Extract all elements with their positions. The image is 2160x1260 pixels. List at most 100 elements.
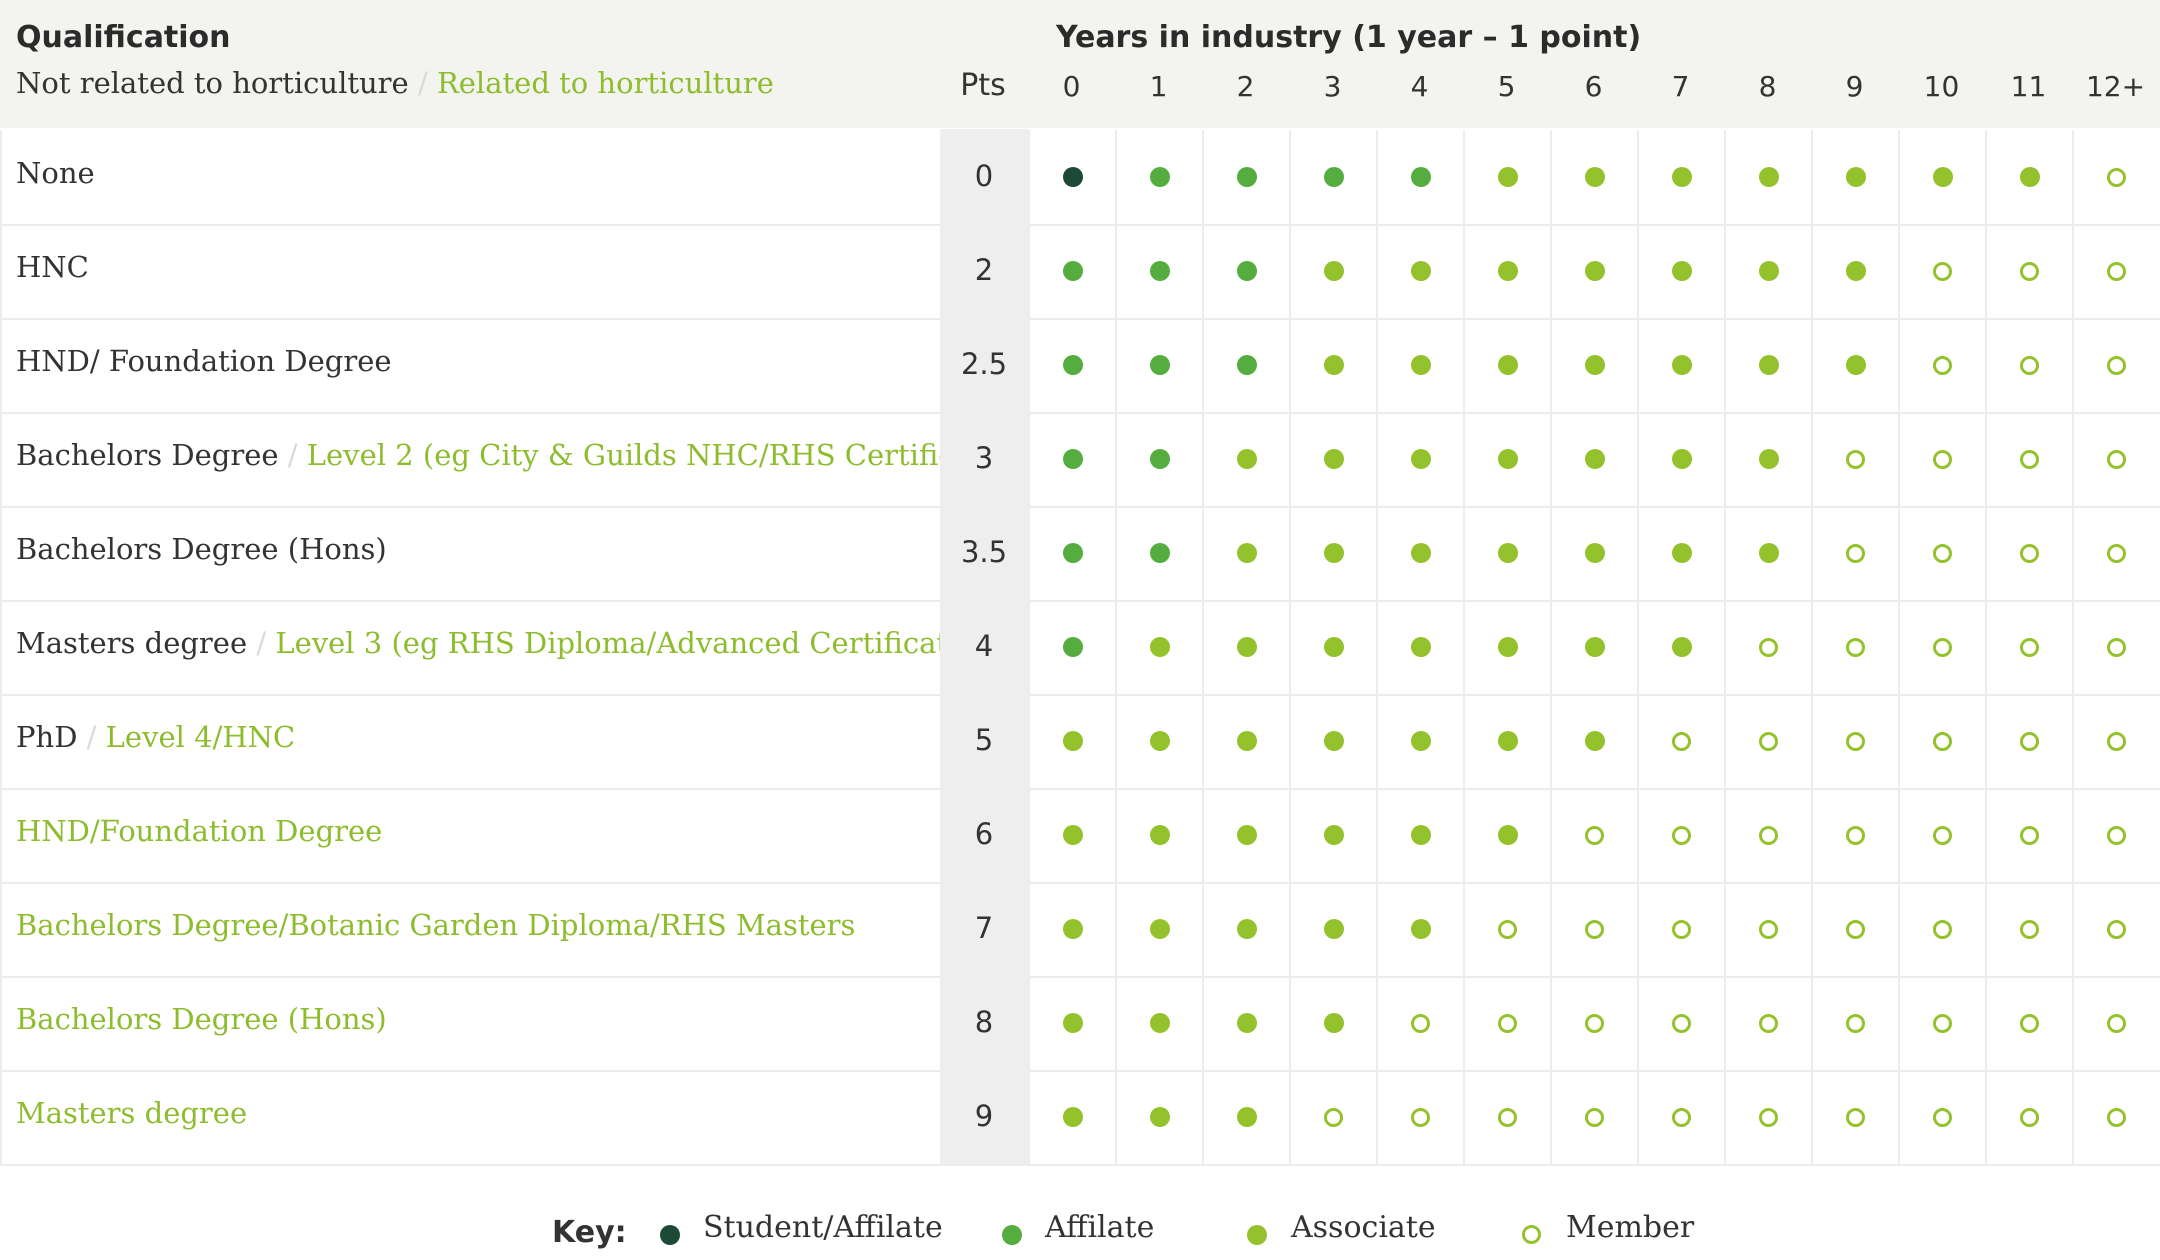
- points-value: 6: [974, 817, 994, 851]
- year-cell: [1028, 412, 1115, 506]
- member-dot-icon: [2020, 355, 2039, 375]
- table-header: Qualification Not related to horticultur…: [0, 0, 2160, 128]
- points-value: 2: [974, 253, 994, 287]
- year-heading: 12+: [2085, 70, 2146, 103]
- year-heading: 0: [1062, 70, 1081, 103]
- associate-dot-icon: [1410, 261, 1431, 281]
- year-cell: [1289, 694, 1376, 788]
- associate-dot-icon: [1149, 731, 1170, 751]
- year-cell: [1376, 506, 1463, 600]
- qualification-cell: HND/ Foundation Degree: [0, 318, 940, 412]
- year-cell: [1202, 694, 1289, 788]
- member-dot-icon: [1933, 355, 1952, 375]
- affilate-dot-icon: [1323, 167, 1344, 187]
- associate-key-dot-icon: [1247, 1225, 1267, 1245]
- points-value: 2.5: [960, 347, 1008, 381]
- points-cell: 8: [940, 975, 1028, 1071]
- associate-dot-icon: [1062, 1107, 1083, 1127]
- member-key-dot-icon: [1522, 1225, 1541, 1244]
- associate-dot-icon: [1149, 919, 1170, 939]
- year-cell: [1028, 976, 1115, 1070]
- year-cell: [1985, 976, 2072, 1070]
- year-cell: [1550, 976, 1637, 1070]
- key-label: Associate: [1291, 1210, 1436, 1245]
- table-row: Bachelors Degree (Hons) 8: [0, 975, 2160, 1072]
- year-cell: [1550, 600, 1637, 694]
- qualification-text: Bachelors Degree (Hons): [16, 1002, 387, 1036]
- member-dot-icon: [1411, 1013, 1430, 1033]
- points-value: 7: [974, 911, 994, 945]
- affilate-dot-icon: [1236, 261, 1257, 281]
- member-dot-icon: [2107, 637, 2126, 657]
- year-cell: [1898, 506, 1985, 600]
- member-dot-icon: [2107, 1107, 2126, 1127]
- qualification-text: Bachelors Degree (Hons): [16, 532, 387, 566]
- associate-dot-icon: [1584, 355, 1605, 375]
- qualification-cell: HNC: [0, 224, 940, 318]
- table-row: HND/Foundation Degree 6: [0, 787, 2160, 884]
- pts-heading: Pts: [960, 68, 1006, 103]
- points-cell: 7: [940, 881, 1028, 977]
- not-related-qualification: HND/ Foundation Degree: [16, 344, 392, 378]
- member-dot-icon: [2107, 355, 2126, 375]
- year-cell: [1811, 694, 1898, 788]
- points-cell: 6: [940, 787, 1028, 883]
- points-value: 3: [974, 441, 994, 475]
- year-cell: [1985, 130, 2072, 224]
- year-cell: [1898, 788, 1985, 882]
- year-cell: [2072, 882, 2159, 976]
- year-heading: 3: [1323, 70, 1342, 103]
- associate-dot-icon: [1584, 261, 1605, 281]
- qualification-text: HNC: [16, 250, 89, 284]
- member-dot-icon: [2107, 1013, 2126, 1033]
- member-dot-icon: [1846, 919, 1865, 939]
- table-row: HNC 2: [0, 223, 2160, 320]
- associate-dot-icon: [1671, 167, 1692, 187]
- qualification-separator: /: [256, 626, 267, 660]
- member-dot-icon: [1846, 825, 1865, 845]
- associate-dot-icon: [1671, 543, 1692, 563]
- year-cell: [1811, 506, 1898, 600]
- associate-dot-icon: [1062, 919, 1083, 939]
- year-cell: [1637, 694, 1724, 788]
- year-cell: [1898, 882, 1985, 976]
- associate-dot-icon: [1149, 825, 1170, 845]
- affilate-dot-icon: [1062, 449, 1083, 469]
- year-cell: [1811, 788, 1898, 882]
- year-cell: [1724, 224, 1811, 318]
- associate-dot-icon: [1323, 1013, 1344, 1033]
- associate-dot-icon: [1845, 355, 1866, 375]
- member-dot-icon: [1933, 1013, 1952, 1033]
- associate-dot-icon: [1323, 261, 1344, 281]
- qualification-heading: Qualification: [16, 20, 231, 55]
- year-cell: [1115, 882, 1202, 976]
- year-cell: [1463, 318, 1550, 412]
- year-cell: [1463, 600, 1550, 694]
- not-related-qualification: PhD: [16, 720, 78, 754]
- student-affilate-dot-icon: [1062, 167, 1083, 187]
- year-cell: [1550, 412, 1637, 506]
- associate-dot-icon: [1410, 919, 1431, 939]
- member-dot-icon: [2107, 167, 2126, 187]
- qualification-text: Bachelors Degree / Level 2 (eg City & Gu…: [16, 438, 1012, 472]
- year-cell: [1115, 600, 1202, 694]
- associate-dot-icon: [1236, 1107, 1257, 1127]
- year-cell: [1463, 882, 1550, 976]
- year-cell: [1202, 788, 1289, 882]
- year-cell: [1289, 318, 1376, 412]
- year-heading: 9: [1845, 70, 1864, 103]
- associate-dot-icon: [1497, 825, 1518, 845]
- qualification-text: Masters degree / Level 3 (eg RHS Diploma…: [16, 626, 977, 660]
- affilate-dot-icon: [1149, 543, 1170, 563]
- points-value: 9: [974, 1099, 994, 1133]
- year-cell: [2072, 412, 2159, 506]
- year-cell: [1463, 506, 1550, 600]
- year-cell: [1115, 976, 1202, 1070]
- year-cell: [1811, 224, 1898, 318]
- year-cell: [1115, 694, 1202, 788]
- related-qualification: Level 2 (eg City & Guilds NHC/RHS Certif…: [306, 438, 1012, 472]
- qualification-cell: Masters degree / Level 3 (eg RHS Diploma…: [0, 600, 977, 694]
- key-title: Key:: [552, 1215, 627, 1250]
- year-cell: [1289, 1070, 1376, 1164]
- related-qualification: Masters degree: [16, 1096, 248, 1130]
